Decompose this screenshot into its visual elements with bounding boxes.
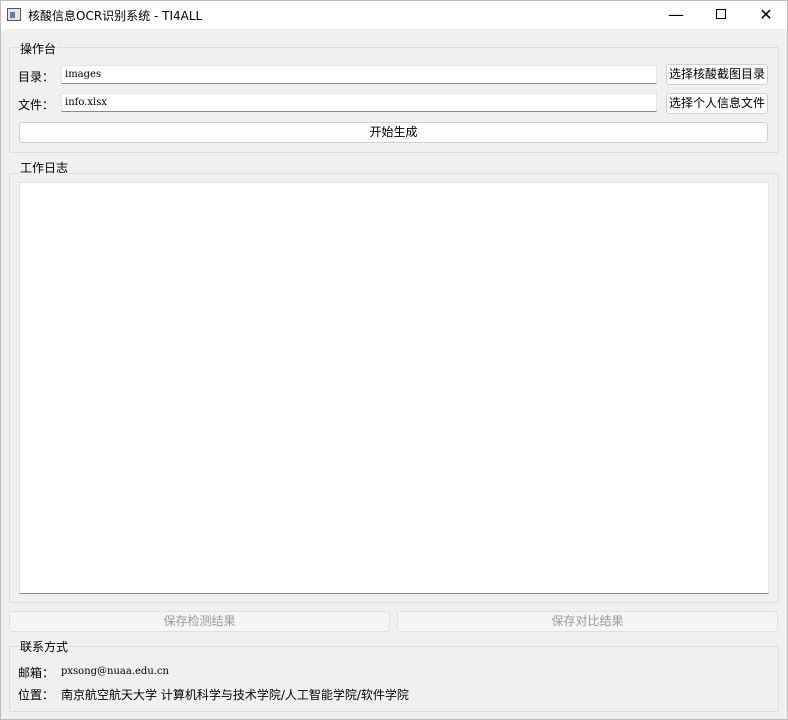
save-detect-button[interactable]: 保存检测结果	[9, 611, 390, 632]
contact-group-title: 联系方式	[19, 638, 70, 655]
title-bar: 核酸信息OCR识别系统 - TI4ALL — ✕	[1, 1, 787, 29]
log-textarea[interactable]	[19, 182, 769, 594]
minimize-button[interactable]: —	[653, 1, 699, 29]
window-title: 核酸信息OCR识别系统 - TI4ALL	[28, 9, 203, 23]
ops-group-title: 操作台	[19, 40, 58, 57]
log-group-title: 工作日志	[19, 159, 70, 176]
close-icon: ✕	[759, 5, 773, 24]
location-label: 位置：	[18, 688, 55, 702]
select-dir-button[interactable]: 选择核酸截图目录	[666, 64, 768, 85]
close-button[interactable]: ✕	[743, 1, 788, 29]
maximize-icon	[716, 9, 726, 19]
save-compare-button[interactable]: 保存对比结果	[397, 611, 778, 632]
start-button[interactable]: 开始生成	[19, 122, 768, 143]
dir-label: 目录：	[18, 70, 55, 84]
email-value: pxsong@nuaa.edu.cn	[61, 666, 169, 677]
minimize-icon: —	[668, 5, 684, 24]
app-window: 核酸信息OCR识别系统 - TI4ALL — ✕ 操作台 目录： images …	[0, 0, 788, 720]
file-input[interactable]: info.xlsx	[61, 93, 657, 112]
select-file-button[interactable]: 选择个人信息文件	[666, 93, 768, 114]
maximize-button[interactable]	[698, 1, 744, 29]
email-label: 邮箱：	[18, 666, 55, 680]
app-icon	[7, 8, 21, 21]
file-label: 文件：	[18, 98, 55, 112]
location-value: 南京航空航天大学 计算机科学与技术学院/人工智能学院/软件学院	[61, 688, 409, 702]
dir-input[interactable]: images	[61, 65, 657, 84]
